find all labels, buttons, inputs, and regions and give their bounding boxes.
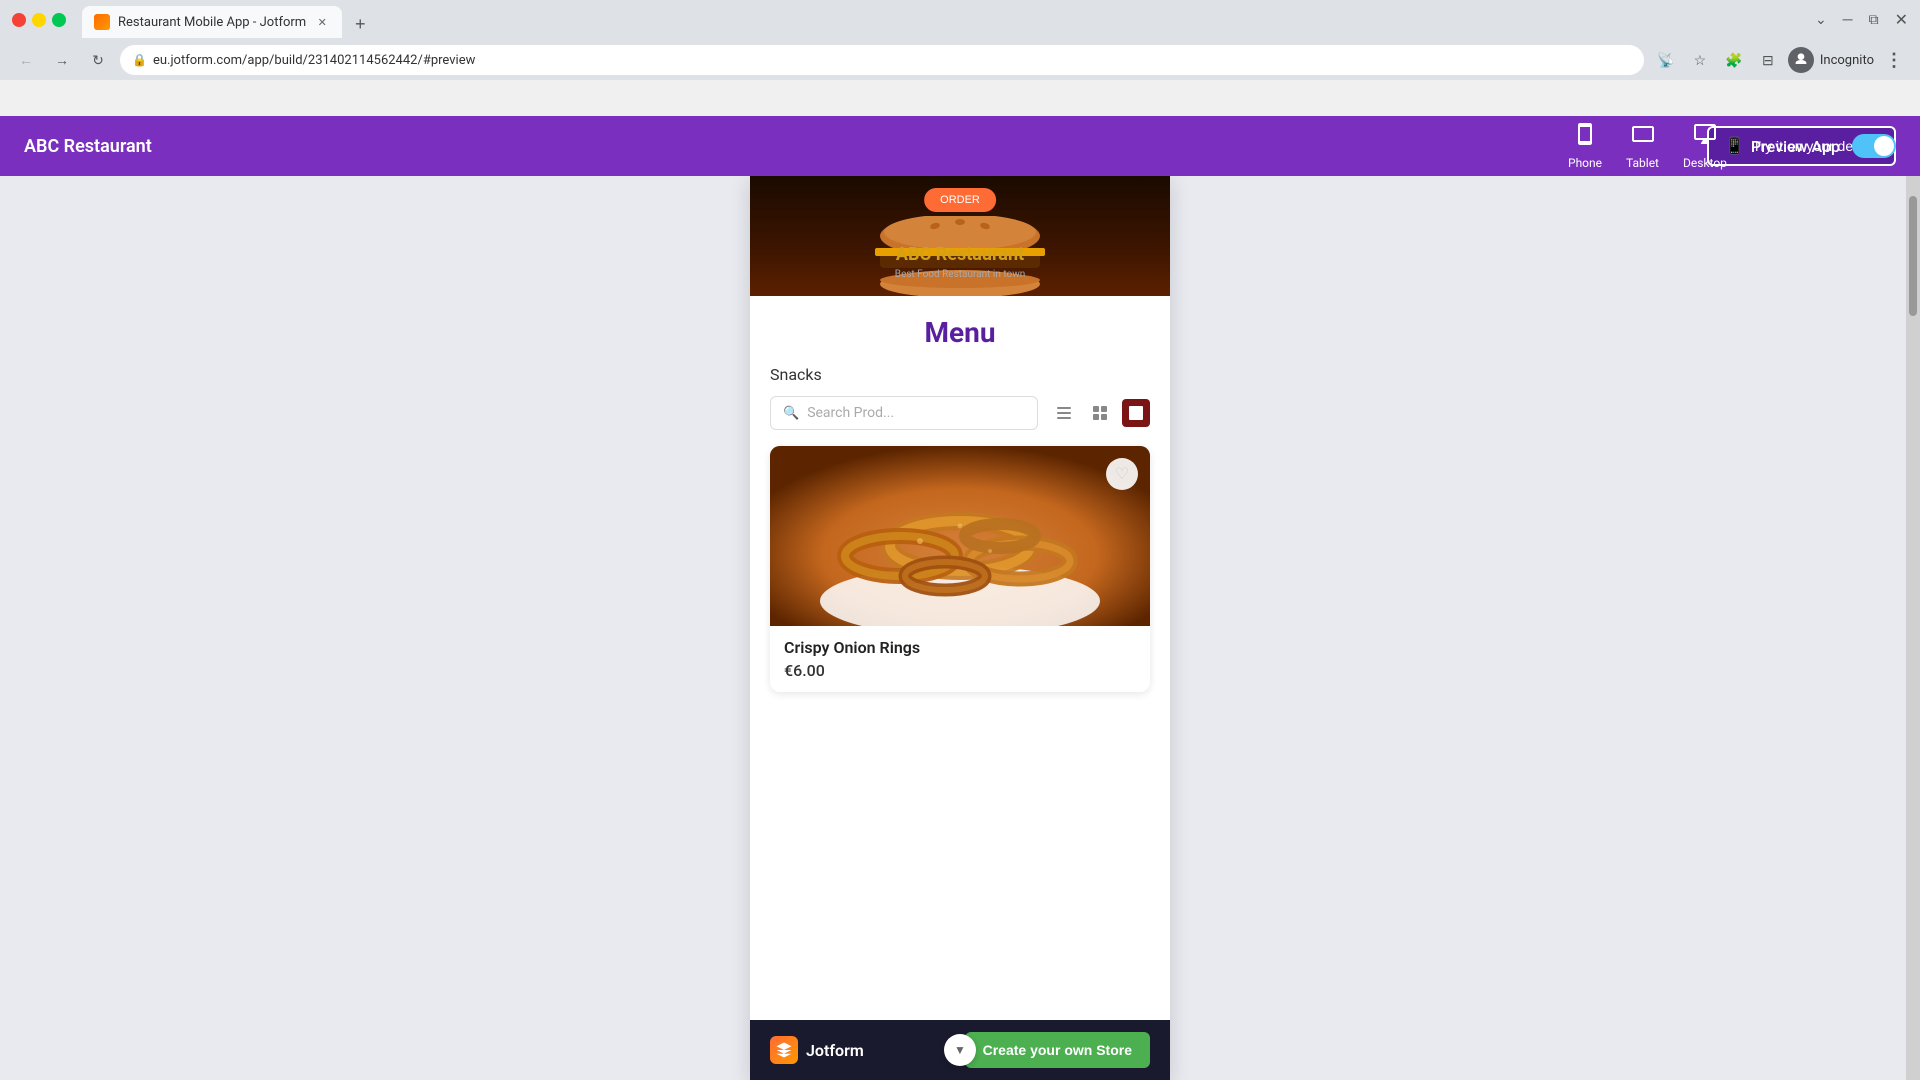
incognito-avatar (1788, 47, 1814, 73)
jotform-text: Jotform (806, 1041, 864, 1060)
grid-view-button[interactable] (1086, 399, 1114, 427)
order-button[interactable]: ORDER (924, 188, 996, 212)
active-view-button[interactable] (1122, 399, 1150, 427)
phone-device-option[interactable]: Phone (1568, 122, 1602, 170)
browser-chrome: Restaurant Mobile App - Jotform ✕ + ⌄ ─ … (0, 0, 1920, 80)
browser-actions: 📡 ☆ 🧩 ⊟ Incognito ⋮ (1652, 46, 1908, 74)
search-icon: 🔍 (783, 406, 799, 421)
scroll-down-button[interactable]: ▼ (944, 1034, 976, 1066)
active-tab[interactable]: Restaurant Mobile App - Jotform ✕ (82, 6, 342, 38)
product-price: €6.00 (784, 661, 1136, 680)
app-header: ABC Restaurant 📱 Try it on your device P… (0, 116, 1920, 176)
url-text: eu.jotform.com/app/build/231402114562442… (153, 53, 475, 68)
extensions-icon[interactable]: 🧩 (1720, 46, 1748, 74)
jotform-icon (770, 1036, 798, 1064)
new-tab-button[interactable]: + (346, 10, 374, 38)
bookmark-icon[interactable]: ☆ (1686, 46, 1714, 74)
product-card[interactable]: ♡ Crispy Onion Rings €6.00 (770, 446, 1150, 692)
desktop-device-option[interactable]: Desktop (1683, 122, 1727, 170)
list-view-icon (1057, 407, 1071, 419)
tablet-device-option[interactable]: Tablet (1626, 122, 1659, 170)
title-bar: Restaurant Mobile App - Jotform ✕ + ⌄ ─ … (0, 0, 1920, 40)
toggle-knob (1874, 136, 1894, 156)
tablet-icon (1631, 122, 1655, 152)
desktop-label: Desktop (1683, 156, 1727, 170)
more-options-icon[interactable]: ⋮ (1880, 46, 1908, 74)
tab-list-icon[interactable]: ⌄ (1815, 12, 1827, 28)
search-filter-row: 🔍 Search Prod... (770, 396, 1150, 430)
close-icon[interactable]: ✕ (1895, 10, 1908, 29)
phone-label: Phone (1568, 156, 1602, 170)
cast-icon[interactable]: 📡 (1652, 46, 1680, 74)
tablet-label: Tablet (1626, 156, 1659, 170)
restaurant-header-image: ORDER ABC Restaurant Best Food Restauran… (750, 176, 1170, 296)
preview-toggle[interactable] (1852, 134, 1896, 158)
window-controls (12, 13, 66, 27)
scrollbar-track (1906, 176, 1920, 1080)
minimize-icon[interactable]: ─ (1843, 11, 1853, 28)
product-image (770, 446, 1150, 626)
phone-icon (1573, 122, 1597, 152)
menu-title: Menu (770, 316, 1150, 349)
tab-close-button[interactable]: ✕ (314, 14, 330, 30)
desktop-icon (1693, 122, 1717, 152)
lock-icon: 🔒 (132, 53, 147, 67)
view-options (1050, 399, 1150, 427)
jotform-logo: Jotform (770, 1036, 864, 1064)
product-info: Crispy Onion Rings €6.00 (770, 626, 1150, 692)
main-content: ORDER ABC Restaurant Best Food Restauran… (0, 176, 1920, 1080)
preview-app-label: Preview App (1751, 137, 1840, 156)
maximize-window-button[interactable] (52, 13, 66, 27)
product-name: Crispy Onion Rings (784, 638, 1136, 657)
preview-app-section: Preview App (1751, 134, 1896, 158)
category-label: Snacks (770, 365, 1150, 384)
create-store-button[interactable]: Create your own Store (965, 1032, 1150, 1068)
minimize-window-button[interactable] (32, 13, 46, 27)
refresh-button[interactable]: ↻ (84, 46, 112, 74)
back-button[interactable]: ← (12, 46, 40, 74)
profile-split-view-icon[interactable]: ⊟ (1754, 46, 1782, 74)
url-bar[interactable]: 🔒 eu.jotform.com/app/build/2314021145624… (120, 45, 1644, 75)
app-title: ABC Restaurant (24, 136, 1707, 157)
search-placeholder: Search Prod... (807, 405, 894, 421)
grid-view-icon (1093, 406, 1107, 420)
tab-bar: Restaurant Mobile App - Jotform ✕ + (74, 2, 382, 38)
close-window-button[interactable] (12, 13, 26, 27)
restaurant-subtitle: Best Food Restaurant in town (895, 269, 1026, 280)
address-bar: ← → ↻ 🔒 eu.jotform.com/app/build/2314021… (0, 40, 1920, 80)
phone-preview: ORDER ABC Restaurant Best Food Restauran… (750, 176, 1170, 1080)
list-view-button[interactable] (1050, 399, 1078, 427)
menu-content: Menu Snacks 🔍 Search Prod... (750, 296, 1170, 1020)
favorite-button[interactable]: ♡ (1106, 458, 1138, 490)
search-box[interactable]: 🔍 Search Prod... (770, 396, 1038, 430)
tab-title: Restaurant Mobile App - Jotform (118, 15, 306, 30)
active-view-icon (1129, 406, 1143, 420)
header-right: Phone Tablet Desktop Preview App (1544, 116, 1920, 176)
forward-button[interactable]: → (48, 46, 76, 74)
scrollbar-thumb[interactable] (1909, 196, 1917, 316)
product-image-container: ♡ (770, 446, 1150, 626)
incognito-label: Incognito (1820, 53, 1874, 68)
restaurant-name: ABC Restaurant (896, 244, 1024, 265)
restore-icon[interactable]: ⧉ (1869, 12, 1879, 28)
tab-favicon (94, 14, 110, 30)
